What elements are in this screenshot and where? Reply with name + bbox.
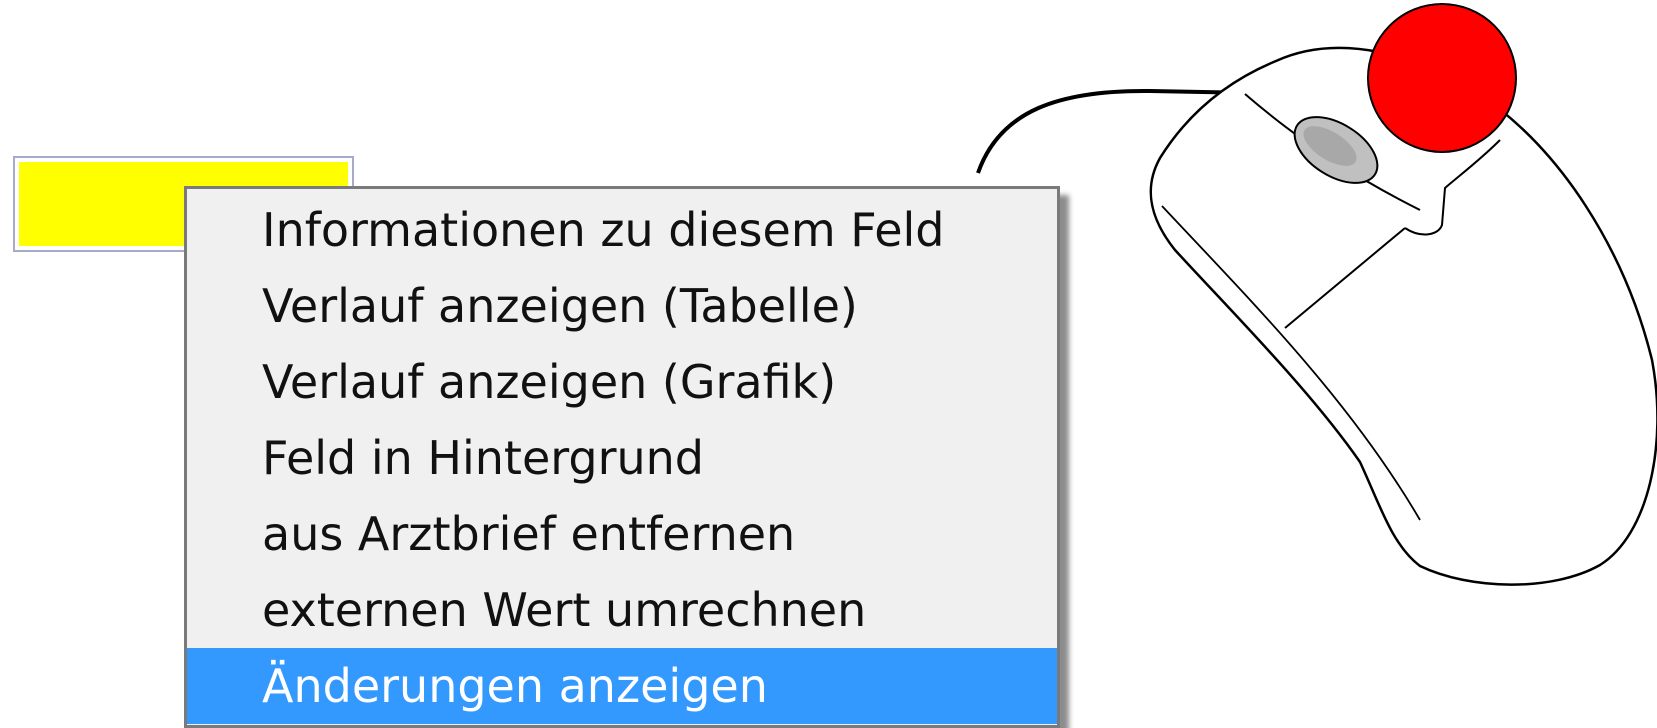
- computer-mouse-icon: [976, 3, 1657, 586]
- menu-item-field-to-background[interactable]: Feld in Hintergrund: [187, 420, 1057, 496]
- menu-item-history-chart[interactable]: Verlauf anzeigen (Grafik): [187, 344, 1057, 420]
- menu-item-history-table[interactable]: Verlauf anzeigen (Tabelle): [187, 268, 1057, 344]
- menu-item-convert-external-value[interactable]: externen Wert umrechnen: [187, 572, 1057, 648]
- menu-item-show-changes[interactable]: Änderungen anzeigen: [187, 648, 1057, 724]
- menu-item-field-info[interactable]: Informationen zu diesem Feld: [187, 192, 1057, 268]
- right-click-indicator: [1367, 3, 1517, 153]
- menu-item-remove-from-letter[interactable]: aus Arztbrief entfernen: [187, 496, 1057, 572]
- context-menu: Informationen zu diesem Feld Verlauf anz…: [184, 186, 1060, 728]
